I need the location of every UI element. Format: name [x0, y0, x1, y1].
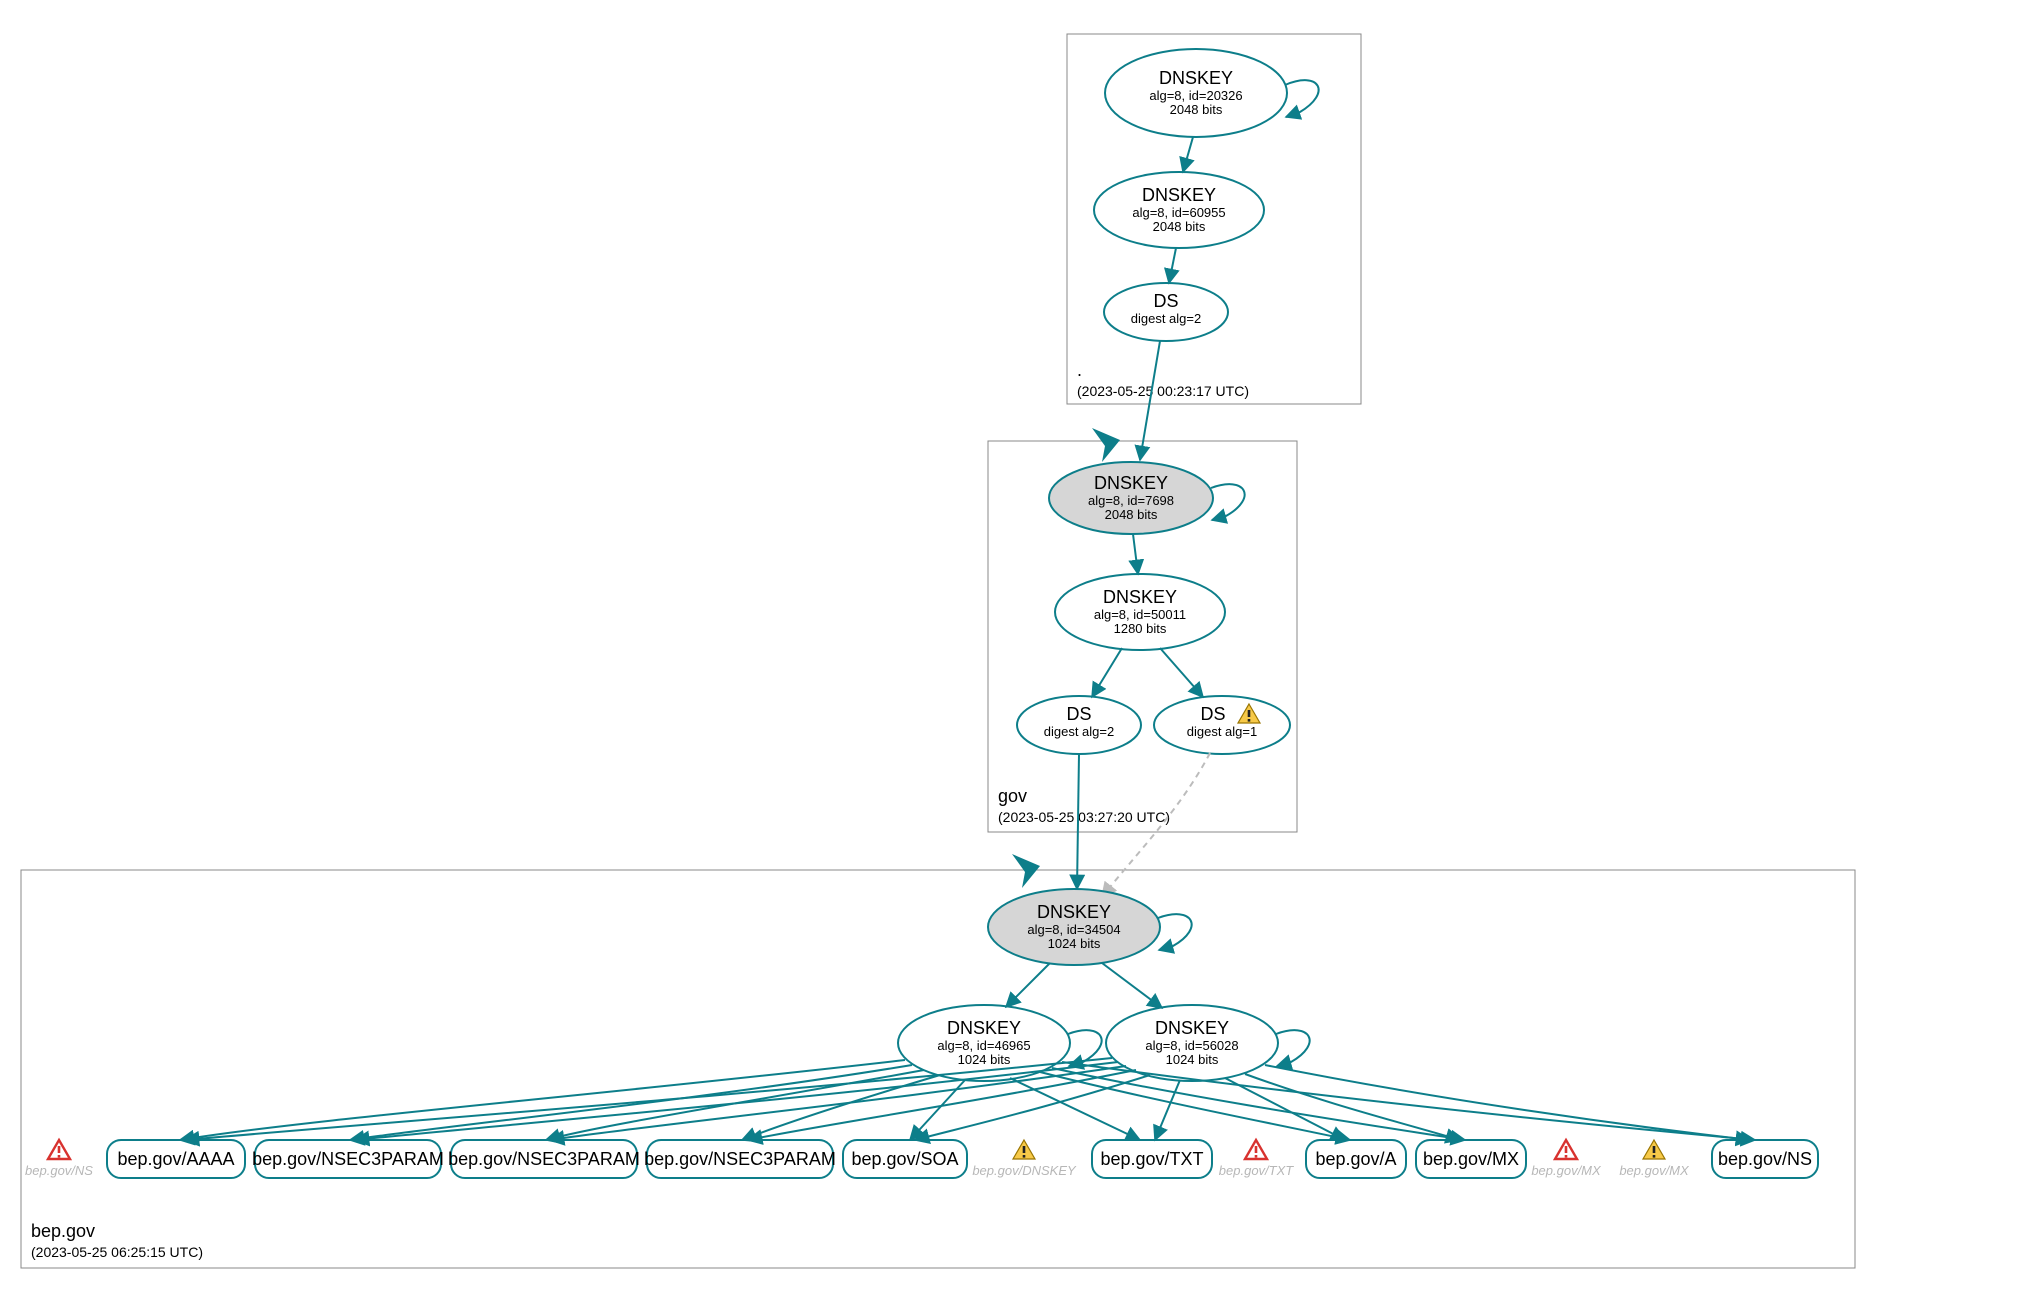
ghost-ns-left: bep.gov/NS	[25, 1140, 93, 1178]
selfloop-gov-ksk	[1211, 484, 1245, 520]
svg-text:bep.gov/TXT: bep.gov/TXT	[1100, 1149, 1203, 1169]
warning-icon	[1013, 1140, 1035, 1159]
svg-text:bep.gov/SOA: bep.gov/SOA	[851, 1149, 958, 1169]
rrset-mx[interactable]: bep.gov/MX	[1416, 1140, 1526, 1178]
svg-text:alg=8, id=20326: alg=8, id=20326	[1149, 88, 1242, 103]
svg-text:bep.gov/NS: bep.gov/NS	[25, 1163, 93, 1178]
node-bep-ksk[interactable]: DNSKEY alg=8, id=34504 1024 bits	[988, 889, 1160, 965]
edge-govds1-bepksk	[1077, 754, 1079, 889]
svg-text:alg=8, id=56028: alg=8, id=56028	[1145, 1038, 1238, 1053]
ghost-mx-err: bep.gov/MX	[1531, 1140, 1602, 1178]
edge-rootds-govksk	[1140, 341, 1160, 460]
svg-text:digest alg=1: digest alg=1	[1187, 724, 1257, 739]
rrset-nsec3param-1[interactable]: bep.gov/NSEC3PARAM	[252, 1140, 444, 1178]
node-bep-zsk2[interactable]: DNSKEY alg=8, id=56028 1024 bits	[1106, 1005, 1278, 1081]
svg-text:1024 bits: 1024 bits	[958, 1052, 1011, 1067]
zone-gov-label: gov	[998, 786, 1027, 806]
node-gov-zsk[interactable]: DNSKEY alg=8, id=50011 1280 bits	[1055, 574, 1225, 650]
error-icon	[48, 1140, 70, 1159]
node-root-ksk[interactable]: DNSKEY alg=8, id=20326 2048 bits	[1105, 49, 1287, 137]
rrset-soa[interactable]: bep.gov/SOA	[843, 1140, 967, 1178]
ghost-mx-warn: bep.gov/MX	[1619, 1140, 1690, 1178]
node-gov-ds1[interactable]: DS digest alg=2	[1017, 696, 1141, 754]
svg-text:DNSKEY: DNSKEY	[1155, 1018, 1229, 1038]
svg-text:DNSKEY: DNSKEY	[1159, 68, 1233, 88]
svg-text:bep.gov/NSEC3PARAM: bep.gov/NSEC3PARAM	[252, 1149, 444, 1169]
warning-icon	[1643, 1140, 1665, 1159]
svg-text:alg=8, id=34504: alg=8, id=34504	[1027, 922, 1120, 937]
svg-text:alg=8, id=60955: alg=8, id=60955	[1132, 205, 1225, 220]
rrset-a[interactable]: bep.gov/A	[1306, 1140, 1406, 1178]
edge-rootksk-rootzsk	[1183, 137, 1193, 172]
zone-root-timestamp: (2023-05-25 00:23:17 UTC)	[1077, 383, 1249, 399]
node-gov-ksk[interactable]: DNSKEY alg=8, id=7698 2048 bits	[1049, 462, 1213, 534]
rrset-nsec3param-3[interactable]: bep.gov/NSEC3PARAM	[644, 1140, 836, 1178]
svg-text:bep.gov/NS: bep.gov/NS	[1718, 1149, 1812, 1169]
zone-bepgov-label: bep.gov	[31, 1221, 95, 1241]
rrset-aaaa[interactable]: bep.gov/AAAA	[107, 1140, 245, 1178]
selfloop-bep-ksk	[1158, 914, 1192, 950]
zone-bepgov-timestamp: (2023-05-25 06:25:15 UTC)	[31, 1244, 203, 1260]
svg-text:bep.gov/MX: bep.gov/MX	[1619, 1163, 1690, 1178]
svg-text:DNSKEY: DNSKEY	[1103, 587, 1177, 607]
svg-text:bep.gov/A: bep.gov/A	[1315, 1149, 1396, 1169]
zone-root-label: .	[1077, 360, 1082, 380]
svg-text:digest alg=2: digest alg=2	[1044, 724, 1114, 739]
error-icon	[1555, 1140, 1577, 1159]
svg-text:alg=8, id=50011: alg=8, id=50011	[1094, 607, 1186, 622]
svg-text:alg=8, id=46965: alg=8, id=46965	[937, 1038, 1030, 1053]
svg-text:bep.gov/DNSKEY: bep.gov/DNSKEY	[972, 1163, 1077, 1178]
edge-govds2-bepksk	[1102, 753, 1210, 897]
svg-text:DNSKEY: DNSKEY	[1037, 902, 1111, 922]
edge-govzsk-ds2	[1160, 648, 1203, 697]
svg-text:DS: DS	[1153, 291, 1178, 311]
svg-text:bep.gov/NSEC3PARAM: bep.gov/NSEC3PARAM	[644, 1149, 836, 1169]
svg-text:2048 bits: 2048 bits	[1153, 219, 1206, 234]
selfloop-bep-zsk2	[1276, 1030, 1310, 1066]
svg-text:1024 bits: 1024 bits	[1166, 1052, 1219, 1067]
svg-text:bep.gov/MX: bep.gov/MX	[1531, 1163, 1602, 1178]
ghost-dnskey: bep.gov/DNSKEY	[972, 1140, 1077, 1178]
svg-text:1280 bits: 1280 bits	[1114, 621, 1167, 636]
zone-arrow-root-gov	[1092, 428, 1120, 462]
selfloop-root-ksk	[1285, 80, 1319, 117]
svg-text:2048 bits: 2048 bits	[1170, 102, 1223, 117]
rrset-ns[interactable]: bep.gov/NS	[1712, 1140, 1818, 1178]
edge-bepksk-zsk1	[1006, 963, 1050, 1007]
ghost-txt: bep.gov/TXT	[1219, 1140, 1294, 1178]
zone-arrow-gov-bep	[1012, 854, 1040, 888]
svg-text:2048 bits: 2048 bits	[1105, 507, 1158, 522]
svg-text:bep.gov/AAAA: bep.gov/AAAA	[117, 1149, 234, 1169]
error-icon	[1245, 1140, 1267, 1159]
node-root-zsk[interactable]: DNSKEY alg=8, id=60955 2048 bits	[1094, 172, 1264, 248]
svg-text:bep.gov/NSEC3PARAM: bep.gov/NSEC3PARAM	[448, 1149, 640, 1169]
svg-text:bep.gov/TXT: bep.gov/TXT	[1219, 1163, 1294, 1178]
edge-bepksk-zsk2	[1102, 963, 1162, 1008]
node-root-ds[interactable]: DS digest alg=2	[1104, 283, 1228, 341]
svg-text:DNSKEY: DNSKEY	[1094, 473, 1168, 493]
svg-text:DNSKEY: DNSKEY	[1142, 185, 1216, 205]
svg-text:DS: DS	[1066, 704, 1091, 724]
zone-gov-timestamp: (2023-05-25 03:27:20 UTC)	[998, 809, 1170, 825]
svg-text:digest alg=2: digest alg=2	[1131, 311, 1201, 326]
svg-text:DNSKEY: DNSKEY	[947, 1018, 1021, 1038]
svg-text:1024 bits: 1024 bits	[1048, 936, 1101, 951]
svg-text:DS: DS	[1200, 704, 1225, 724]
svg-text:alg=8, id=7698: alg=8, id=7698	[1088, 493, 1174, 508]
edge-govksk-govzsk	[1133, 534, 1138, 574]
rrset-nsec3param-2[interactable]: bep.gov/NSEC3PARAM	[448, 1140, 640, 1178]
edge-govzsk-ds1	[1092, 648, 1122, 697]
rrset-txt[interactable]: bep.gov/TXT	[1092, 1140, 1212, 1178]
node-gov-ds2[interactable]: DS digest alg=1	[1154, 696, 1290, 754]
edge-rootzsk-rootds	[1169, 248, 1176, 283]
svg-text:bep.gov/MX: bep.gov/MX	[1423, 1149, 1519, 1169]
